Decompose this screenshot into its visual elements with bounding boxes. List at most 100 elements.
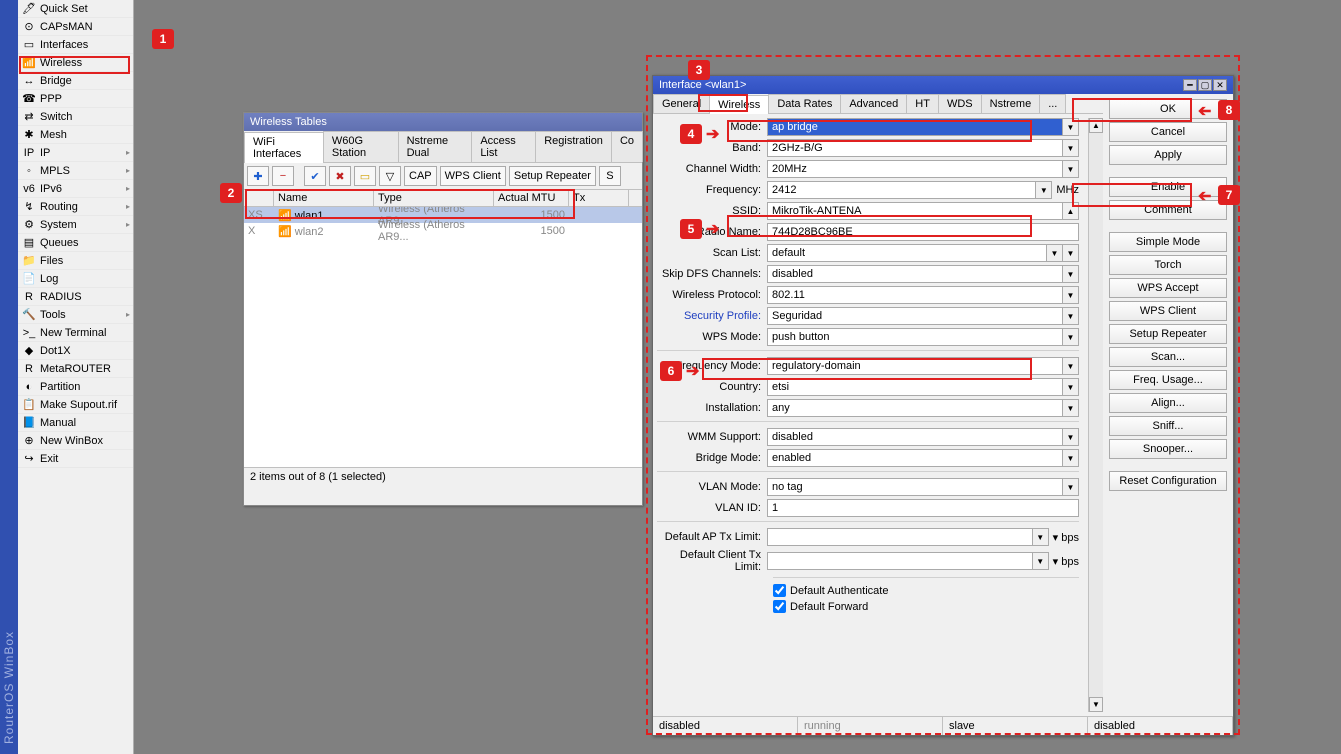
sidebar-item-bridge[interactable]: ↔Bridge (18, 72, 133, 90)
input-chwidth[interactable] (767, 160, 1063, 178)
table-row[interactable]: X📶 wlan2Wireless (Atheros AR9...1500 (244, 223, 642, 239)
dropdown-icon[interactable]: ▼ (1063, 449, 1079, 467)
cross-button[interactable]: ✖ (329, 166, 351, 186)
sidebar-item-system[interactable]: ⚙System▸ (18, 216, 133, 234)
checkbox-fwd[interactable] (773, 600, 786, 613)
tab--[interactable]: ... (1039, 94, 1066, 113)
maximize-icon[interactable]: ▢ (1198, 79, 1212, 91)
add-button[interactable]: ✚ (247, 166, 269, 186)
checkbox-auth[interactable] (773, 584, 786, 597)
minimize-icon[interactable]: ━ (1183, 79, 1197, 91)
tab-wireless[interactable]: Wireless (709, 95, 769, 114)
tbtn-s[interactable]: S (599, 166, 621, 186)
sidebar-item-metarouter[interactable]: RMetaROUTER (18, 360, 133, 378)
expand-icon[interactable]: ▲ (1063, 202, 1079, 220)
sidebar-item-mpls[interactable]: ◦MPLS▸ (18, 162, 133, 180)
input-wproto[interactable] (767, 286, 1063, 304)
input-wps[interactable] (767, 328, 1063, 346)
button-torch[interactable]: Torch (1109, 255, 1227, 275)
sidebar-item-new-terminal[interactable]: >_New Terminal (18, 324, 133, 342)
button-wps-client[interactable]: WPS Client (1109, 301, 1227, 321)
tab-co[interactable]: Co (611, 131, 643, 162)
dropdown-icon[interactable]: ▼ (1063, 244, 1079, 262)
dropdown-icon[interactable]: ▼ (1063, 160, 1079, 178)
dropdown-icon[interactable]: ▼ (1063, 478, 1079, 496)
remove-button[interactable]: − (272, 166, 294, 186)
input-install[interactable] (767, 399, 1063, 417)
sidebar-item-ipv6[interactable]: v6IPv6▸ (18, 180, 133, 198)
button-reset-configuration[interactable]: Reset Configuration (1109, 471, 1227, 491)
sidebar-item-partition[interactable]: ◐Partition (18, 378, 133, 396)
button-wps-accept[interactable]: WPS Accept (1109, 278, 1227, 298)
button-align-[interactable]: Align... (1109, 393, 1227, 413)
sidebar-item-quick-set[interactable]: 🖊Quick Set (18, 0, 133, 18)
sidebar-item-radius[interactable]: RRADIUS (18, 288, 133, 306)
input-secprof[interactable] (767, 307, 1063, 325)
sidebar-item-ppp[interactable]: ☎PPP (18, 90, 133, 108)
dropdown-icon[interactable]: ▼ (1063, 307, 1079, 325)
scroll-down-icon[interactable]: ▼ (1089, 697, 1103, 712)
input-fmode[interactable] (767, 357, 1063, 375)
note-button[interactable]: ▭ (354, 166, 376, 186)
button-snooper-[interactable]: Snooper... (1109, 439, 1227, 459)
input-aptx[interactable] (767, 528, 1033, 546)
input-band[interactable] (767, 139, 1063, 157)
expand-icon[interactable]: ▼ (1033, 552, 1049, 570)
dropdown-icon[interactable]: ▼ (1063, 328, 1079, 346)
tab-advanced[interactable]: Advanced (840, 94, 907, 113)
column-header[interactable]: Type (374, 190, 494, 206)
dropdown-icon[interactable]: ▼ (1063, 265, 1079, 283)
button-apply[interactable]: Apply (1109, 145, 1227, 165)
scroll-up-icon[interactable]: ▲ (1089, 118, 1103, 133)
dropdown-icon[interactable]: ▼ (1063, 286, 1079, 304)
tab-w60g-station[interactable]: W60G Station (323, 131, 399, 162)
tab-nstreme-dual[interactable]: Nstreme Dual (398, 131, 473, 162)
filter-button[interactable]: ▽ (379, 166, 401, 186)
sidebar-item-new-winbox[interactable]: ⊕New WinBox (18, 432, 133, 450)
sidebar-item-dot1x[interactable]: ◆Dot1X (18, 342, 133, 360)
sidebar-item-queues[interactable]: ▤Queues (18, 234, 133, 252)
dropdown-icon[interactable]: ▼ (1063, 139, 1079, 157)
sidebar-item-exit[interactable]: ↪Exit (18, 450, 133, 468)
tab-registration[interactable]: Registration (535, 131, 612, 162)
tab-nstreme[interactable]: Nstreme (981, 94, 1041, 113)
dropdown-icon[interactable]: ▼ (1036, 181, 1052, 199)
sidebar-item-wireless[interactable]: 📶Wireless (18, 54, 133, 72)
sidebar-item-log[interactable]: 📄Log (18, 270, 133, 288)
sidebar-item-make-supout.rif[interactable]: 📋Make Supout.rif (18, 396, 133, 414)
button-setup-repeater[interactable]: Setup Repeater (1109, 324, 1227, 344)
dropdown-icon[interactable]: ▼ (1063, 428, 1079, 446)
column-header[interactable]: Name (274, 190, 374, 206)
tab-data-rates[interactable]: Data Rates (768, 94, 841, 113)
sidebar-item-ip[interactable]: IPIP▸ (18, 144, 133, 162)
input-freq[interactable] (767, 181, 1036, 199)
scrollbar[interactable]: ▲▼ (1088, 118, 1103, 712)
tab-general[interactable]: General (653, 94, 710, 113)
check-button[interactable]: ✔ (304, 166, 326, 186)
tab-wds[interactable]: WDS (938, 94, 982, 113)
button-freq-usage-[interactable]: Freq. Usage... (1109, 370, 1227, 390)
input-country[interactable] (767, 378, 1063, 396)
sidebar-item-manual[interactable]: 📘Manual (18, 414, 133, 432)
input-vlanm[interactable] (767, 478, 1063, 496)
tbtn-setup-repeater[interactable]: Setup Repeater (509, 166, 596, 186)
tab-ht[interactable]: HT (906, 94, 939, 113)
input-radio[interactable] (767, 223, 1079, 241)
dropdown-icon[interactable]: ▼ (1063, 357, 1079, 375)
sidebar-item-files[interactable]: 📁Files (18, 252, 133, 270)
sidebar-item-switch[interactable]: ⇄Switch (18, 108, 133, 126)
button-sniff-[interactable]: Sniff... (1109, 416, 1227, 436)
sidebar-item-mesh[interactable]: ✱Mesh (18, 126, 133, 144)
input-vlanid[interactable] (767, 499, 1079, 517)
tbtn-wps-client[interactable]: WPS Client (440, 166, 506, 186)
expand-icon[interactable]: ▼ (1033, 528, 1049, 546)
table-body[interactable]: XS📶 wlan1Wireless (Atheros AR9...1500X📶 … (244, 207, 642, 467)
input-wmm[interactable] (767, 428, 1063, 446)
column-header[interactable] (244, 190, 274, 206)
sidebar-item-routing[interactable]: ↯Routing▸ (18, 198, 133, 216)
button-scan-[interactable]: Scan... (1109, 347, 1227, 367)
window-title[interactable]: Wireless Tables (244, 113, 642, 131)
input-cltx[interactable] (767, 552, 1033, 570)
dialog-title[interactable]: Interface <wlan1> ━ ▢ ✕ (653, 76, 1233, 94)
sidebar-item-interfaces[interactable]: ▭Interfaces (18, 36, 133, 54)
